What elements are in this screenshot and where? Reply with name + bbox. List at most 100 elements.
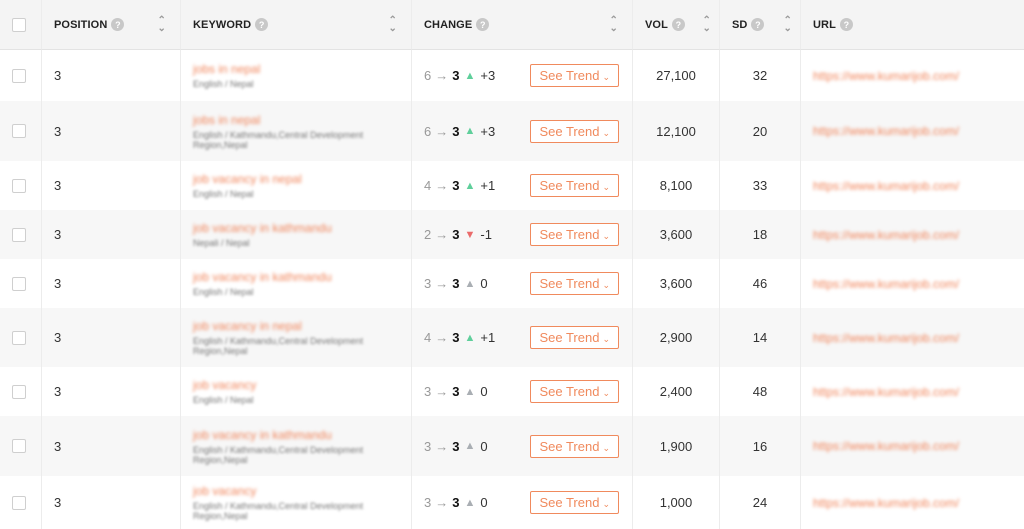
position-cell: 3 <box>42 101 181 161</box>
keyword-link[interactable]: job vacancy in kathmandu <box>193 428 411 442</box>
row-select-cell <box>0 416 42 476</box>
keyword-link[interactable]: job vacancy in nepal <box>193 172 302 186</box>
header-keyword[interactable]: KEYWORD ? ⌃ ⌄ <box>181 0 412 50</box>
sort-icon[interactable]: ⌃ ⌄ <box>784 15 792 33</box>
header-vol[interactable]: VOL ? ⌃ ⌄ <box>633 0 720 50</box>
select-all-checkbox[interactable] <box>12 17 26 32</box>
header-sd-label: SD <box>732 18 748 31</box>
see-trend-button[interactable]: See Trend ⌄ <box>530 174 619 197</box>
see-trend-button[interactable]: See Trend ⌄ <box>530 223 619 246</box>
see-trend-button[interactable]: See Trend ⌄ <box>530 491 619 514</box>
position-cell: 3 <box>42 416 181 476</box>
header-url-label: URL <box>813 18 836 31</box>
url-link[interactable]: https://www.kumarijob.com/ <box>813 124 959 138</box>
sort-icon[interactable]: ⌃ ⌄ <box>158 15 166 33</box>
vol-cell: 2,400 <box>633 367 720 416</box>
keyword-location: English / Kathmandu,Central Development … <box>193 501 364 521</box>
see-trend-button[interactable]: See Trend ⌄ <box>530 380 619 403</box>
arrow-right-icon: → <box>435 227 449 242</box>
url-cell: https://www.kumarijob.com/ <box>801 161 1024 210</box>
url-link[interactable]: https://www.kumarijob.com/ <box>813 69 959 83</box>
row-checkbox[interactable] <box>12 178 26 193</box>
position-value: 3 <box>54 123 62 139</box>
row-checkbox[interactable] <box>12 439 26 453</box>
help-icon[interactable]: ? <box>671 18 685 31</box>
sd-cell: 24 <box>720 476 801 529</box>
change-delta: 0 <box>480 438 488 454</box>
see-trend-button[interactable]: See Trend ⌄ <box>530 326 619 349</box>
keyword-link[interactable]: job vacancy <box>193 378 256 392</box>
sd-value: 32 <box>752 68 768 83</box>
change-from: 3 <box>424 438 432 454</box>
position-value: 3 <box>54 276 62 291</box>
header-sd[interactable]: SD ? ⌃ ⌄ <box>720 0 801 50</box>
url-link[interactable]: https://www.kumarijob.com/ <box>813 385 959 399</box>
keyword-link[interactable]: job vacancy in kathmandu <box>193 221 332 235</box>
keyword-link[interactable]: job vacancy in nepal <box>193 319 411 333</box>
see-trend-label: See Trend <box>539 227 600 242</box>
row-checkbox[interactable] <box>12 227 26 242</box>
row-checkbox[interactable] <box>12 384 26 399</box>
arrow-right-icon: → <box>435 495 449 510</box>
change-direction-icon: ▲ <box>464 440 476 452</box>
url-cell: https://www.kumarijob.com/ <box>801 50 1024 101</box>
header-url[interactable]: URL ? <box>801 0 1024 50</box>
row-checkbox[interactable] <box>12 68 26 83</box>
help-icon[interactable]: ? <box>476 18 490 31</box>
url-link[interactable]: https://www.kumarijob.com/ <box>813 277 959 291</box>
vol-value: 3,600 <box>659 276 693 291</box>
url-link[interactable]: https://www.kumarijob.com/ <box>813 439 959 453</box>
keyword-link[interactable]: job vacancy <box>193 484 411 498</box>
see-trend-button[interactable]: See Trend ⌄ <box>530 434 619 458</box>
keyword-location: English / Nepal <box>193 189 254 199</box>
keyword-location: English / Kathmandu,Central Development … <box>193 444 364 465</box>
sd-value: 18 <box>752 227 768 242</box>
row-select-cell <box>0 161 42 210</box>
row-checkbox[interactable] <box>12 124 26 138</box>
arrow-right-icon: → <box>435 330 449 345</box>
help-icon[interactable]: ? <box>111 18 125 31</box>
sd-cell: 46 <box>720 259 801 308</box>
help-icon[interactable]: ? <box>255 18 269 31</box>
change-to: 3 <box>452 384 460 399</box>
position-cell: 3 <box>42 161 181 210</box>
row-select-cell <box>0 259 42 308</box>
see-trend-button[interactable]: See Trend ⌄ <box>530 272 619 295</box>
change-cell: 3 → 3 ▲ 0 See Trend ⌄ <box>412 416 633 476</box>
keyword-link[interactable]: jobs in nepal <box>193 113 411 127</box>
header-position[interactable]: POSITION ? ⌃ ⌄ <box>42 0 181 50</box>
position-cell: 3 <box>42 476 181 529</box>
chevron-down-icon: ⌄ <box>602 72 610 82</box>
keyword-link[interactable]: jobs in nepal <box>193 62 260 76</box>
change-from: 3 <box>424 384 432 399</box>
see-trend-button[interactable]: See Trend ⌄ <box>530 119 619 143</box>
keyword-rankings-table: POSITION ? ⌃ ⌄ KEYWORD ? ⌃ ⌄ CHANGE ? ⌃ ⌄ V… <box>0 0 1024 529</box>
url-link[interactable]: https://www.kumarijob.com/ <box>813 331 959 345</box>
help-icon[interactable]: ? <box>751 18 765 31</box>
see-trend-button[interactable]: See Trend ⌄ <box>530 64 619 87</box>
position-value: 3 <box>54 68 62 83</box>
url-cell: https://www.kumarijob.com/ <box>801 101 1024 161</box>
row-checkbox[interactable] <box>12 330 26 345</box>
header-select-all-cell <box>0 0 42 50</box>
keyword-link[interactable]: job vacancy in kathmandu <box>193 270 332 284</box>
change-direction-icon: ▲ <box>464 125 476 137</box>
change-delta: 0 <box>480 384 488 399</box>
header-change[interactable]: CHANGE ? ⌃ ⌄ <box>412 0 633 50</box>
row-checkbox[interactable] <box>12 495 26 510</box>
url-link[interactable]: https://www.kumarijob.com/ <box>813 228 959 242</box>
keyword-cell: job vacancy English / Nepal <box>181 367 412 416</box>
help-icon[interactable]: ? <box>839 18 853 31</box>
sort-icon[interactable]: ⌃ ⌄ <box>703 15 711 33</box>
url-link[interactable]: https://www.kumarijob.com/ <box>813 496 959 510</box>
row-checkbox[interactable] <box>12 276 26 291</box>
change-from: 4 <box>424 178 432 193</box>
vol-value: 3,600 <box>659 227 693 242</box>
sort-icon[interactable]: ⌃ ⌄ <box>389 15 397 33</box>
sd-value: 46 <box>752 276 768 291</box>
change-cell: 3 → 3 ▲ 0 See Trend ⌄ <box>412 476 633 529</box>
change-direction-icon: ▲ <box>464 69 476 82</box>
url-link[interactable]: https://www.kumarijob.com/ <box>813 179 959 193</box>
keyword-location: English / Kathmandu,Central Development … <box>193 336 364 356</box>
sort-icon[interactable]: ⌃ ⌄ <box>610 15 618 33</box>
